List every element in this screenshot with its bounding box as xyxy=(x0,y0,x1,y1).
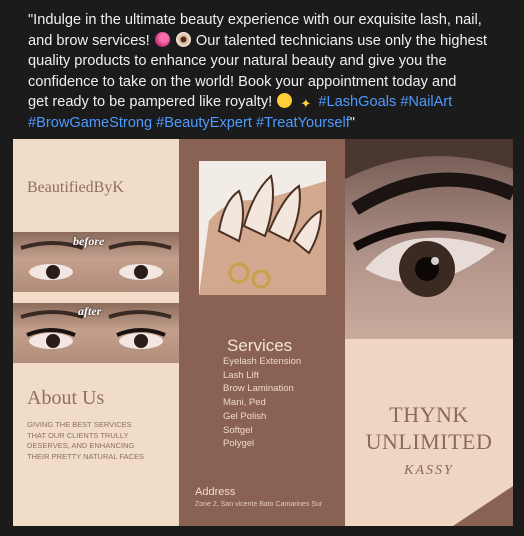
caption-line-5: get ready to be pampered like royalty! ✦… xyxy=(28,92,506,113)
caption-line-2a: and brow services! xyxy=(28,32,150,49)
lash-closeup-graphic xyxy=(345,139,513,297)
caption-line-6: #BrowGameStrong #BeautyExpert #TreatYour… xyxy=(28,113,506,134)
signature: KASSY xyxy=(404,463,454,478)
caption-line-3: quality products to enhance your natural… xyxy=(28,53,447,69)
brand-name: BeautifiedByK xyxy=(27,179,124,196)
service-item: Polygel xyxy=(223,438,255,450)
nail-polish-icon xyxy=(154,31,170,47)
service-item: Mani, Ped xyxy=(223,397,266,409)
flyer-panel-left: BeautifiedByK before after About Us GIVI… xyxy=(13,139,179,526)
hashtags-link-2[interactable]: #BrowGameStrong #BeautyExpert #TreatYour… xyxy=(28,115,350,131)
service-item: Eyelash Extension xyxy=(223,356,302,367)
nails-graphic xyxy=(199,174,326,295)
post-caption: "Indulge in the ultimate beauty experien… xyxy=(28,10,506,133)
caption-line-2: and brow services! Our talented technici… xyxy=(28,31,506,52)
lash-closeup-photo xyxy=(345,139,513,339)
closing-quote: " xyxy=(349,114,355,131)
services-list: Eyelash Extension Lash Lift Brow Laminat… xyxy=(223,355,301,451)
before-label: before xyxy=(73,234,105,248)
service-item: Lash Lift xyxy=(223,369,259,381)
caption-line-4: confidence to take on the world! Book yo… xyxy=(28,73,457,90)
caption-line-5-text: get ready to be pampered like royalty! xyxy=(28,94,273,110)
eye-icon xyxy=(175,31,191,47)
flyer-panel-middle: Services Eyelash Extension Lash Lift Bro… xyxy=(179,139,345,526)
company-name-line2: UNLIMITED xyxy=(365,429,493,454)
caption-line-2b: Our talented technicians use only the hi… xyxy=(195,32,488,49)
about-title: About Us xyxy=(27,387,105,409)
company-name-line1: THYNK xyxy=(389,402,469,427)
service-item: Softgel xyxy=(223,424,253,436)
address-title: Address xyxy=(195,486,236,498)
after-label: after xyxy=(78,304,102,318)
flyer-panel-right: THYNK UNLIMITED KASSY xyxy=(345,139,513,526)
address-body: Zone 2, San vicente Bato Camarines Sur xyxy=(195,501,323,508)
before-photo: before xyxy=(13,232,179,292)
after-photo: after xyxy=(13,303,179,363)
about-body: GIVING THE BEST SERVICES THAT OUR CLIENT… xyxy=(27,420,144,461)
corner-decoration xyxy=(453,486,513,526)
hashtags-link-1[interactable]: #LashGoals #NailArt xyxy=(318,94,452,110)
flyer-image[interactable]: BeautifiedByK before after About Us GIVI… xyxy=(13,139,513,526)
caption-line-1: "Indulge in the ultimate beauty experien… xyxy=(28,12,482,28)
services-title: Services xyxy=(227,336,293,355)
nails-photo xyxy=(199,161,326,295)
star-struck-icon xyxy=(277,93,293,108)
service-item: Gel Polish xyxy=(223,410,267,422)
sparkles-icon: ✦ xyxy=(300,96,312,111)
service-item: Brow Lamination xyxy=(223,383,294,395)
